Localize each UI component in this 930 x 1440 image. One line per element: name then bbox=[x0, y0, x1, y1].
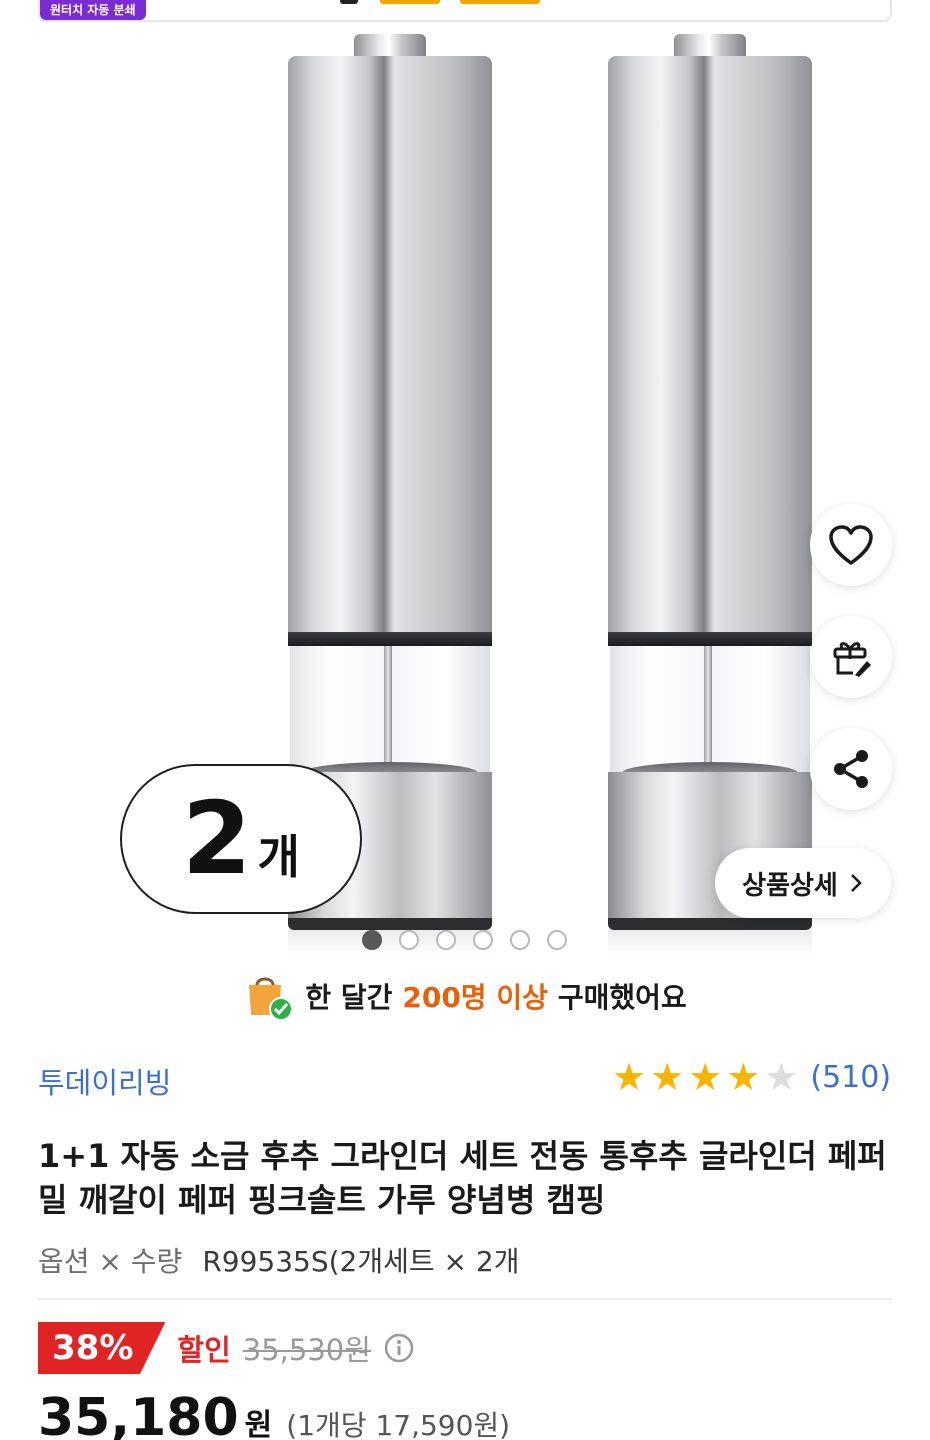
star-icon: ★ bbox=[726, 1055, 761, 1099]
feature-badge: 원터치 자동 분쇄 bbox=[40, 0, 146, 20]
quantity-badge: 2 개 bbox=[120, 764, 362, 914]
quantity-unit: 개 bbox=[257, 830, 300, 884]
star-empty-icon: ★ bbox=[764, 1055, 799, 1099]
share-button[interactable] bbox=[810, 728, 892, 810]
carousel-dot[interactable] bbox=[436, 930, 456, 950]
top-banner[interactable]: 원터치 자동 분쇄 bbox=[38, 0, 892, 22]
option-summary: 옵션 × 수량 R99535S(2개세트 × 2개 bbox=[38, 1240, 519, 1280]
grinder-image-right bbox=[608, 24, 812, 959]
info-icon[interactable] bbox=[383, 1332, 415, 1364]
carousel-dot[interactable] bbox=[399, 930, 419, 950]
discount-percent-badge: 38% bbox=[38, 1322, 166, 1374]
quantity-number: 2 bbox=[182, 780, 252, 897]
star-icon: ★ bbox=[612, 1055, 647, 1099]
carousel-dot[interactable] bbox=[473, 930, 493, 950]
shopping-bag-check-icon bbox=[249, 977, 294, 1021]
option-value: R99535S(2개세트 × 2개 bbox=[202, 1245, 520, 1278]
carousel-indicator bbox=[362, 930, 567, 950]
gift-button[interactable] bbox=[810, 616, 892, 698]
carousel-dot[interactable] bbox=[362, 930, 382, 950]
purchase-prefix: 한 달간 bbox=[305, 981, 393, 1014]
final-price-unit: 원 bbox=[244, 1408, 273, 1440]
banner-decoration bbox=[340, 0, 560, 8]
carousel-dot[interactable] bbox=[547, 930, 567, 950]
final-price-row: 35,180 원 (1개당 17,590원) bbox=[38, 1388, 510, 1440]
product-detail-label: 상품상세 bbox=[742, 870, 838, 901]
discount-row: 38% 할인 35,530원 bbox=[38, 1322, 415, 1374]
purchase-highlight: 200명 이상 bbox=[402, 981, 548, 1014]
divider bbox=[38, 1298, 892, 1300]
gift-icon bbox=[833, 642, 871, 677]
purchase-suffix: 구매했어요 bbox=[557, 981, 687, 1014]
star-icon: ★ bbox=[650, 1055, 685, 1099]
rating-summary[interactable]: ★ ★ ★ ★ ★ (510) bbox=[612, 1058, 891, 1096]
store-name-link[interactable]: 투데이리빙 bbox=[38, 1060, 171, 1102]
product-detail-button[interactable]: 상품상세 bbox=[715, 848, 891, 918]
carousel-dot[interactable] bbox=[510, 930, 530, 950]
share-icon bbox=[834, 750, 868, 788]
discount-label: 할인 bbox=[177, 1333, 231, 1367]
final-price: 35,180 bbox=[38, 1388, 239, 1440]
wishlist-button[interactable] bbox=[810, 504, 892, 586]
chevron-right-icon bbox=[850, 874, 862, 892]
original-price: 35,530원 bbox=[242, 1333, 371, 1367]
option-label: 옵션 × 수량 bbox=[38, 1245, 183, 1278]
review-count[interactable]: (510) bbox=[810, 1060, 891, 1095]
per-unit-price: (1개당 17,590원) bbox=[286, 1409, 511, 1440]
heart-icon bbox=[829, 525, 873, 565]
purchase-count-notice: 한 달간 200명 이상 구매했어요 bbox=[0, 968, 930, 1024]
product-title: 1+1 자동 소금 후추 그라인더 세트 전동 통후추 글라인더 페퍼밀 깨갈이… bbox=[38, 1137, 887, 1219]
star-icon: ★ bbox=[688, 1055, 723, 1099]
